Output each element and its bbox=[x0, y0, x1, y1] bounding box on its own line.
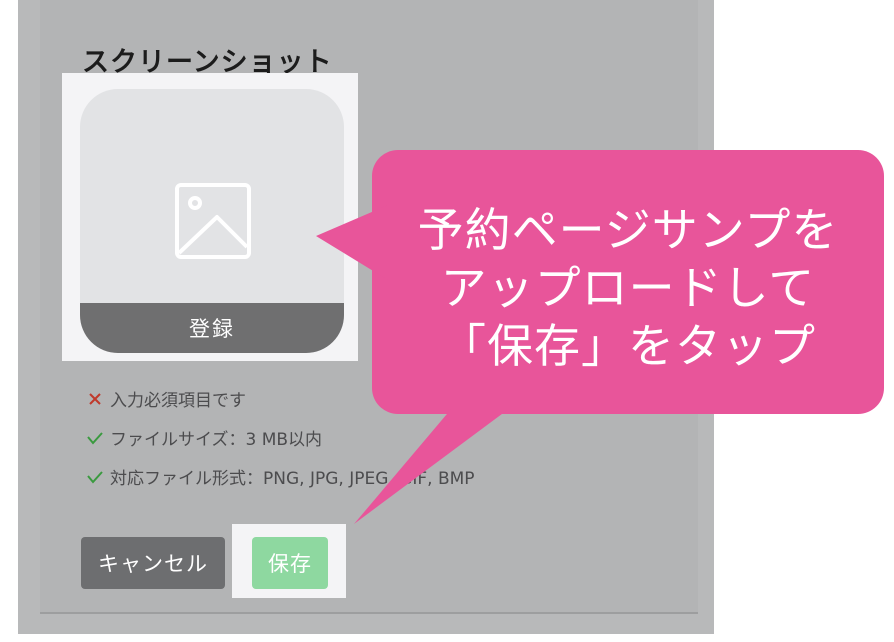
requirement-text: 対応ファイル形式：PNG, JPG, JPEG, GIF, BMP bbox=[110, 469, 475, 489]
callout-line: 予約ページサンプを bbox=[417, 202, 839, 257]
requirement-text: ファイルサイズ：3 MB以内 bbox=[110, 430, 323, 450]
requirement-required: 入力必須項目です bbox=[86, 386, 246, 411]
register-button[interactable]: 登録 bbox=[80, 303, 344, 353]
image-placeholder-icon bbox=[175, 183, 251, 259]
callout-text: 予約ページサンプを アップロードして 「保存」をタップ bbox=[372, 180, 884, 395]
x-mark-icon bbox=[89, 392, 101, 405]
callout-line: アップロードして bbox=[440, 260, 816, 315]
requirement-file-format: 対応ファイル形式：PNG, JPG, JPEG, GIF, BMP bbox=[86, 464, 475, 489]
screenshot-upload-tile[interactable]: 登録 bbox=[80, 89, 344, 353]
callout-line: 「保存」をタップ bbox=[439, 318, 816, 373]
cancel-button[interactable]: キャンセル bbox=[81, 537, 225, 589]
save-button[interactable]: 保存 bbox=[252, 537, 328, 589]
requirement-text: 入力必須項目です bbox=[110, 391, 246, 411]
check-icon bbox=[87, 470, 103, 484]
requirement-file-size: ファイルサイズ：3 MB以内 bbox=[86, 425, 322, 450]
check-icon bbox=[87, 431, 103, 445]
